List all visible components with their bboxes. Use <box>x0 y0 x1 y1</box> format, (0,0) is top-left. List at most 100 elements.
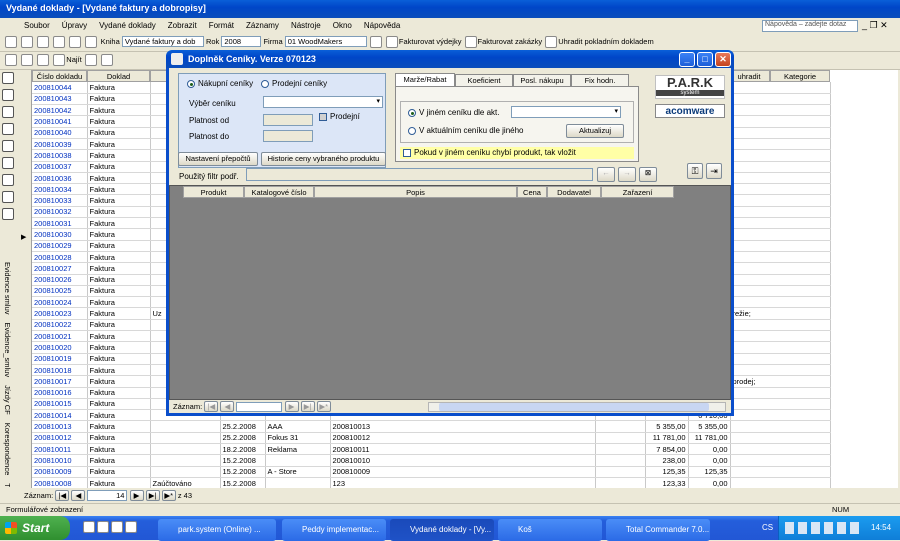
table-cell[interactable]: 0,00 <box>688 443 731 456</box>
table-cell[interactable] <box>730 353 831 365</box>
table-cell[interactable]: Faktura <box>87 341 151 354</box>
table-cell[interactable]: Faktura <box>87 149 151 162</box>
tab-marze-rabat[interactable]: Marže/Rabat <box>395 73 455 86</box>
chevron-down-icon[interactable]: ▾ <box>376 97 380 105</box>
dialog-maximize-icon[interactable]: □ <box>697 52 713 67</box>
najit-button[interactable]: Najít <box>66 55 81 64</box>
table-cell[interactable] <box>730 104 831 117</box>
aktualizuj-button[interactable]: Aktualizuj <box>566 124 624 138</box>
table-cell[interactable]: Faktura <box>87 194 151 207</box>
menu-item-1[interactable]: Úpravy <box>62 21 87 30</box>
help-icon[interactable] <box>369 36 382 49</box>
table-cell[interactable]: 200810022 <box>32 319 88 332</box>
rok-select[interactable]: 2008 <box>221 36 262 47</box>
table-cell[interactable]: režie; <box>730 307 831 320</box>
table-cell[interactable]: 200810030 <box>32 228 88 241</box>
table-cell[interactable]: Faktura <box>87 432 151 445</box>
col-popis[interactable]: Popis <box>314 186 517 198</box>
col-dodavatel[interactable]: Dodavatel <box>547 186 601 198</box>
table-cell[interactable]: Faktura <box>87 228 151 241</box>
table-cell[interactable]: 25.2.2008 <box>220 432 266 445</box>
table-cell[interactable]: 200810038 <box>32 149 88 162</box>
menu-item-7[interactable]: Okno <box>333 21 352 30</box>
table-cell[interactable] <box>150 443 221 456</box>
table-cell[interactable]: Faktura <box>87 466 151 478</box>
table-cell[interactable] <box>730 115 831 128</box>
nav-icon-2[interactable] <box>2 89 14 101</box>
table-cell[interactable] <box>730 477 831 488</box>
table-cell[interactable]: 200810011 <box>330 443 596 456</box>
close-icon[interactable]: ✕ <box>880 20 888 30</box>
table-cell[interactable] <box>730 127 831 139</box>
table-cell[interactable] <box>730 420 831 433</box>
subgrid-prev-button[interactable]: ◀ <box>220 401 235 412</box>
side-tab-0[interactable]: Evidence smluv <box>3 262 12 315</box>
table-cell[interactable]: 7 854,00 <box>645 443 689 456</box>
col-header-uhradit[interactable]: uhradit <box>728 70 770 82</box>
task-kos[interactable]: Koš <box>498 519 602 541</box>
dialog-close-icon[interactable]: ✕ <box>715 52 731 67</box>
table-cell[interactable]: 200810018 <box>32 364 88 377</box>
hscroll-thumb[interactable] <box>439 403 709 411</box>
table-cell[interactable] <box>150 466 221 478</box>
menu-item-3[interactable]: Zobrazit <box>168 21 197 30</box>
table-cell[interactable]: 200810043 <box>32 93 88 106</box>
table-cell[interactable]: 200810011 <box>32 443 88 456</box>
minimize-icon[interactable]: _ <box>862 20 867 30</box>
copy-icon[interactable] <box>69 36 82 49</box>
table-cell[interactable]: 200810015 <box>32 398 88 411</box>
table-cell[interactable]: Faktura <box>87 375 151 388</box>
table-cell[interactable]: 200810008 <box>32 477 88 488</box>
table-cell[interactable]: 238,00 <box>645 454 689 467</box>
subgrid-first-button[interactable]: |◀ <box>204 401 219 412</box>
firma-select[interactable]: 01 WoodMakers <box>284 36 367 47</box>
table-cell[interactable]: Faktura <box>87 454 151 467</box>
table-cell[interactable]: 200810012 <box>32 432 88 445</box>
table-cell[interactable]: Faktura <box>87 240 151 252</box>
last-record-button[interactable]: ▶| <box>145 490 160 501</box>
table-cell[interactable]: Faktura <box>87 183 151 196</box>
table-cell[interactable]: 200810044 <box>32 82 88 94</box>
tray-icons[interactable] <box>785 522 863 534</box>
pokud-checkbox[interactable] <box>403 148 411 157</box>
print-icon[interactable] <box>53 36 66 49</box>
table-cell[interactable]: 200810016 <box>32 387 88 399</box>
table-cell[interactable]: Faktura <box>87 274 151 286</box>
table-cell[interactable] <box>730 172 831 185</box>
table-cell[interactable]: 11 781,00 <box>688 432 731 445</box>
nav-icon-8[interactable] <box>2 191 14 203</box>
table-cell[interactable] <box>595 443 646 456</box>
col-header-kategorie[interactable]: Kategorie <box>770 70 830 82</box>
table-cell[interactable] <box>730 454 831 467</box>
nav-icon-6[interactable] <box>2 157 14 169</box>
table-cell[interactable]: 200810033 <box>32 194 88 207</box>
table-cell[interactable]: 200810031 <box>32 217 88 230</box>
table-cell[interactable]: Faktura <box>87 93 151 106</box>
table-cell[interactable] <box>730 206 831 219</box>
col-zarazeni[interactable]: Zařazení <box>601 186 674 198</box>
table-cell[interactable]: 200810010 <box>32 454 88 467</box>
table-cell[interactable]: 200810039 <box>32 138 88 151</box>
kniha-select[interactable]: Vydané faktury a dob <box>121 36 204 47</box>
menu-item-8[interactable]: Nápověda <box>364 21 400 30</box>
table-cell[interactable]: 123 <box>330 477 596 488</box>
table-cell[interactable] <box>730 149 831 162</box>
table-cell[interactable]: Faktura <box>87 172 151 185</box>
table-cell[interactable]: 0,00 <box>688 477 731 488</box>
filter-clear-icon[interactable]: ⊠ <box>639 167 657 182</box>
table-cell[interactable] <box>595 432 646 445</box>
restore-icon[interactable]: ❐ <box>870 20 878 30</box>
exit-icon[interactable]: ⇥ <box>706 163 722 179</box>
nastaveni-prepoctu-button[interactable]: Nastavení přepočtů <box>178 152 258 166</box>
start-button[interactable]: Start <box>0 516 70 540</box>
table-cell[interactable]: 200810017 <box>32 375 88 388</box>
table-cell[interactable] <box>730 409 831 422</box>
table-cell[interactable]: 200810020 <box>32 341 88 354</box>
subgrid-hscroll[interactable] <box>428 402 726 412</box>
table-cell[interactable]: 200810021 <box>32 330 88 343</box>
new-record-button[interactable]: ▶* <box>161 490 176 501</box>
table-cell[interactable]: 200810019 <box>32 353 88 365</box>
table-cell[interactable] <box>595 420 646 433</box>
filter-form-icon[interactable] <box>100 54 113 66</box>
side-tab-2[interactable]: Jízdy CF <box>3 385 12 415</box>
